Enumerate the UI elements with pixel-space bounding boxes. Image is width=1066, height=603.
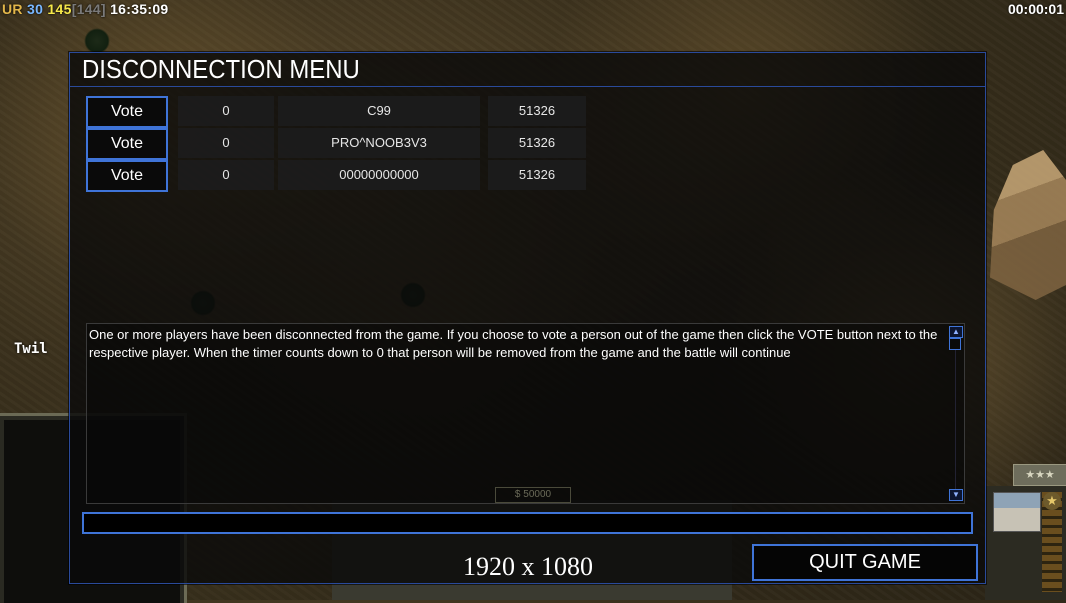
player-name: C99 xyxy=(278,96,480,126)
message-box[interactable]: One or more players have been disconnect… xyxy=(86,323,965,504)
player-name: 00000000000 xyxy=(278,160,480,190)
faction-tag: UR xyxy=(2,1,23,17)
title-divider xyxy=(70,86,985,87)
vote-count: 0 xyxy=(178,128,274,158)
player-row: Vote 0 PRO^NOOB3V3 51326 xyxy=(86,128,586,160)
scroll-down-icon[interactable]: ▼ xyxy=(949,489,963,501)
disconnect-timer: 51326 xyxy=(488,160,586,190)
player-name-tag: Twil xyxy=(14,341,48,357)
vote-button[interactable]: Vote xyxy=(86,128,168,160)
vote-button[interactable]: Vote xyxy=(86,160,168,192)
tree xyxy=(84,28,110,54)
game-timer: 00:00:01 xyxy=(1007,1,1064,17)
vote-button[interactable]: Vote xyxy=(86,96,168,128)
rank-star-icon: ★ xyxy=(1043,492,1061,510)
resolution-label: 1920 x 1080 xyxy=(463,552,593,581)
stat-b: 145 xyxy=(47,1,72,17)
rank-tab[interactable]: ★★★ xyxy=(1013,464,1066,486)
scroll-up-icon[interactable]: ▲ xyxy=(949,326,963,338)
hud-stats: UR 30 145[144] 16:35:09 xyxy=(2,1,169,17)
disconnect-message: One or more players have been disconnect… xyxy=(89,327,938,360)
message-scrollbar[interactable]: ▲ ▼ xyxy=(949,324,963,503)
unit-portrait[interactable] xyxy=(993,492,1041,532)
disconnection-dialog: DISCONNECTION MENU Vote 0 C99 51326 Vote… xyxy=(69,52,986,584)
vote-count: 0 xyxy=(178,96,274,126)
system-clock: 16:35:09 xyxy=(110,1,169,17)
money-display: $ 50000 xyxy=(495,487,571,503)
player-row: Vote 0 C99 51326 xyxy=(86,96,586,128)
disconnect-timer: 51326 xyxy=(488,96,586,126)
vote-count: 0 xyxy=(178,160,274,190)
stat-c: [144] xyxy=(71,1,106,17)
quit-game-button[interactable]: QUIT GAME xyxy=(752,544,978,581)
disconnect-timer: 51326 xyxy=(488,128,586,158)
scroll-thumb[interactable] xyxy=(949,338,961,350)
scroll-track xyxy=(955,350,956,489)
player-row: Vote 0 00000000000 51326 xyxy=(86,160,586,192)
dialog-title: DISCONNECTION MENU xyxy=(82,54,360,84)
stat-a: 30 xyxy=(27,1,44,17)
chat-input[interactable] xyxy=(82,512,973,534)
player-name: PRO^NOOB3V3 xyxy=(278,128,480,158)
